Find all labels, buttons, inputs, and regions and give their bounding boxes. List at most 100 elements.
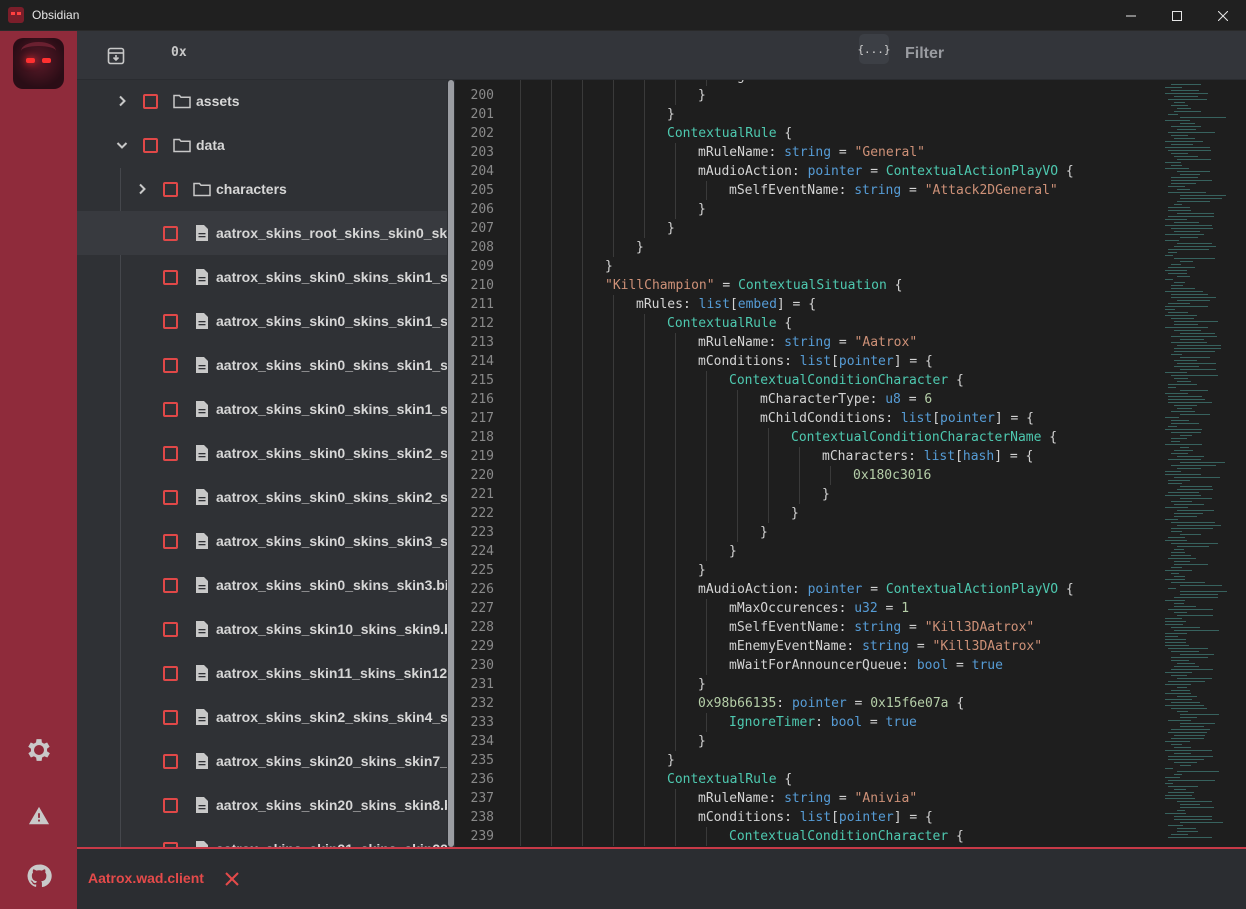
tree-checkbox[interactable] bbox=[163, 577, 178, 593]
tree-file-row[interactable]: aatrox_skins_skin20_skins_skin8.bi bbox=[77, 783, 447, 827]
warnings-button[interactable] bbox=[24, 801, 54, 831]
tree-checkbox[interactable] bbox=[163, 489, 178, 505]
indent-guide bbox=[551, 675, 552, 694]
code-line: 227 mMaxOccurences: u32 = 1 bbox=[455, 599, 1163, 618]
minimap-line bbox=[1177, 810, 1185, 811]
tree-file-row[interactable]: aatrox_skins_skin0_skins_skin2_ski bbox=[77, 475, 447, 519]
tree-checkbox[interactable] bbox=[163, 753, 178, 769]
tree-file-row[interactable]: aatrox_skins_skin0_skins_skin3_ski bbox=[77, 519, 447, 563]
tree-file-row[interactable]: aatrox_skins_skin11_skins_skin12_s bbox=[77, 651, 447, 695]
tree-item-label: data bbox=[196, 137, 225, 153]
indent-guide bbox=[644, 333, 645, 352]
indent-guide bbox=[551, 143, 552, 162]
format-json-button[interactable]: {...} bbox=[857, 34, 891, 64]
indent-guide bbox=[551, 238, 552, 257]
code-token: ] = { bbox=[994, 449, 1034, 464]
indent-guide bbox=[520, 599, 521, 618]
code-token: 0x98b66135 bbox=[698, 696, 777, 711]
maximize-button[interactable] bbox=[1154, 0, 1200, 31]
settings-button[interactable] bbox=[24, 735, 54, 765]
indent-guide bbox=[582, 390, 583, 409]
tree-file-row[interactable]: aatrox_skins_skin0_skins_skin1_ski bbox=[77, 387, 447, 431]
chevron-right-icon[interactable] bbox=[115, 94, 129, 108]
code-text: } bbox=[667, 105, 675, 124]
tree-checkbox[interactable] bbox=[163, 357, 178, 373]
tree-folder-row[interactable]: assets bbox=[77, 80, 447, 123]
tree-file-row[interactable]: aatrox_skins_skin0_skins_skin1_ski bbox=[77, 299, 447, 343]
tree-file-row[interactable]: aatrox_skins_root_skins_skin0_skin bbox=[77, 211, 447, 255]
minimap[interactable] bbox=[1163, 80, 1246, 847]
indent-guide bbox=[582, 428, 583, 447]
tree-file-row[interactable]: aatrox_skins_skin0_skins_skin1_ski bbox=[77, 255, 447, 299]
code-text: IgnoreTimer: bool = true bbox=[729, 713, 917, 732]
indent-guide bbox=[582, 694, 583, 713]
minimap-line bbox=[1165, 519, 1178, 520]
minimap-line bbox=[1171, 675, 1187, 676]
collapse-all-button[interactable] bbox=[105, 45, 127, 67]
code-token: { bbox=[776, 316, 793, 331]
hex-toggle-button[interactable]: 0x bbox=[171, 45, 187, 60]
indent-guide bbox=[613, 162, 614, 181]
chevron-down-icon[interactable] bbox=[115, 138, 129, 152]
tree-checkbox[interactable] bbox=[163, 313, 178, 329]
minimap-line bbox=[1180, 765, 1191, 766]
file-icon bbox=[195, 621, 213, 637]
code-token: ContextualRule bbox=[667, 772, 777, 787]
line-number: 227 bbox=[470, 601, 494, 616]
tree-checkbox[interactable] bbox=[163, 797, 178, 813]
minimap-line bbox=[1165, 777, 1180, 778]
close-tab-button[interactable] bbox=[224, 871, 240, 887]
tree-checkbox[interactable] bbox=[163, 401, 178, 417]
tree-file-row[interactable]: aatrox_skins_skin0_skins_skin2_ski bbox=[77, 431, 447, 475]
filter-input[interactable]: Filter bbox=[905, 45, 944, 63]
tree-checkbox[interactable] bbox=[163, 269, 178, 285]
tree-checkbox[interactable] bbox=[163, 445, 178, 461]
tree-scrollbar[interactable] bbox=[447, 80, 455, 847]
tree-checkbox[interactable] bbox=[163, 665, 178, 681]
tree-checkbox[interactable] bbox=[143, 93, 158, 109]
tree-file-row[interactable]: aatrox_skins_skin2_skins_skin4_ski bbox=[77, 695, 447, 739]
code-line: 199 IgnoreTimer: bool = true bbox=[455, 80, 1163, 86]
minimap-line bbox=[1180, 804, 1200, 805]
indent-guide bbox=[737, 504, 738, 523]
tree-checkbox[interactable] bbox=[143, 137, 158, 153]
chevron-right-icon[interactable] bbox=[135, 182, 149, 196]
tree-file-row[interactable]: aatrox_skins_skin20_skins_skin7_sk bbox=[77, 739, 447, 783]
tree-checkbox[interactable] bbox=[163, 533, 178, 549]
minimize-button[interactable] bbox=[1108, 0, 1154, 31]
github-button[interactable] bbox=[24, 861, 54, 891]
app-icon bbox=[8, 7, 24, 23]
tree-checkbox[interactable] bbox=[163, 621, 178, 637]
tree-file-row[interactable]: aatrox_skins_skin0_skins_skin1_ski bbox=[77, 343, 447, 387]
minimap-line bbox=[1165, 372, 1187, 373]
indent-guide bbox=[582, 352, 583, 371]
minimap-line bbox=[1177, 408, 1192, 409]
app-logo[interactable] bbox=[13, 38, 64, 89]
code-token: ] = { bbox=[994, 411, 1034, 426]
code-editor[interactable]: 239 ContextualConditionCharacter {238 mCon… bbox=[455, 80, 1246, 847]
code-token: } bbox=[636, 240, 644, 255]
tree-folder-row[interactable]: data bbox=[77, 123, 447, 167]
indent-guide bbox=[644, 827, 645, 846]
tree-folder-row[interactable]: characters bbox=[77, 167, 447, 211]
indent-guide bbox=[582, 181, 583, 200]
minimap-line bbox=[1174, 111, 1201, 112]
tree-checkbox[interactable] bbox=[163, 181, 178, 197]
close-button[interactable] bbox=[1200, 0, 1246, 31]
minimap-line bbox=[1180, 237, 1198, 238]
tree-scrollbar-thumb[interactable] bbox=[448, 80, 454, 847]
tree-file-row[interactable]: aatrox_skins_skin21_skins_skin22_s bbox=[77, 827, 447, 847]
code-token: : bbox=[776, 696, 792, 711]
tree-file-row[interactable]: aatrox_skins_skin10_skins_skin9.bi bbox=[77, 607, 447, 651]
tree-file-row[interactable]: aatrox_skins_skin0_skins_skin3.bin bbox=[77, 563, 447, 607]
indent-guide bbox=[520, 124, 521, 143]
line-number: 210 bbox=[470, 278, 494, 293]
minimap-line bbox=[1168, 426, 1177, 427]
indent-guide bbox=[582, 80, 583, 86]
tree-checkbox[interactable] bbox=[163, 709, 178, 725]
minimap-line bbox=[1165, 93, 1208, 94]
minimap-line bbox=[1174, 504, 1204, 505]
indent-guide bbox=[737, 447, 738, 466]
tree-checkbox[interactable] bbox=[163, 225, 178, 241]
tab-aatrox-wad-client[interactable]: Aatrox.wad.client bbox=[88, 870, 204, 886]
